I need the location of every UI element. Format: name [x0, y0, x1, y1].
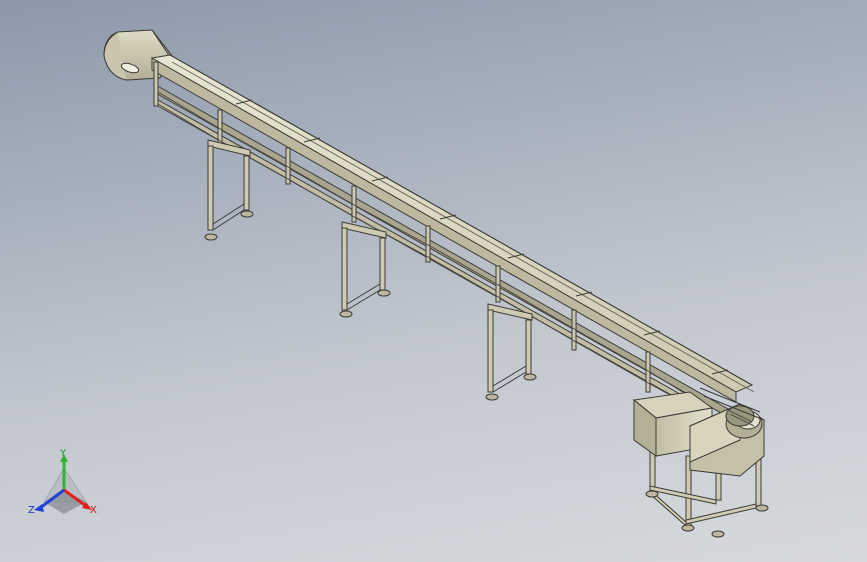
y-axis-label: Y: [60, 448, 67, 459]
belt-frame: [150, 54, 755, 419]
support-leg-1: [204, 139, 254, 241]
cad-viewport[interactable]: Y X Z: [0, 0, 867, 562]
support-leg-3: [485, 303, 537, 401]
support-leg-2: [339, 221, 391, 318]
z-axis-label: Z: [28, 505, 35, 516]
conveyor-model[interactable]: [0, 0, 867, 562]
coordinate-triad[interactable]: Y X Z: [20, 444, 110, 524]
x-axis-label: X: [90, 505, 97, 516]
